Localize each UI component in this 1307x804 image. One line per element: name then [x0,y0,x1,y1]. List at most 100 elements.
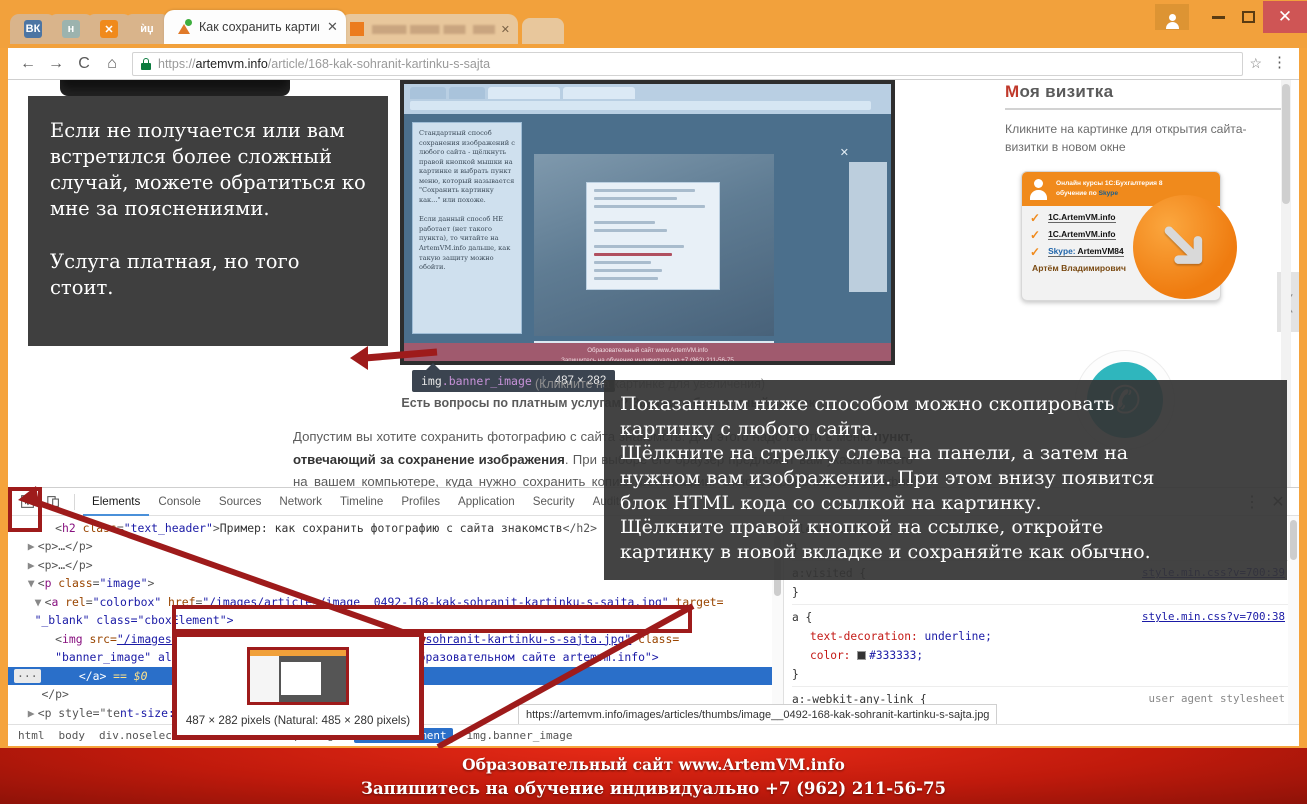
dom-line[interactable]: "_blank" class="cboxElement"> [14,611,783,629]
window-controls: ✕ [1155,0,1307,34]
instruction-overlay: Показанным ниже способом можно скопирова… [604,380,1287,580]
user-avatar-icon[interactable] [1155,4,1189,30]
forward-icon[interactable]: → [42,51,70,77]
dom-href-value: "/images/articles/image__0492-168-kak-so… [202,594,669,609]
styles-scrollbar[interactable] [1288,516,1299,724]
breadcrumb-img-banner[interactable]: img.banner_image [467,729,573,742]
tab-background[interactable]: ✕ [339,14,518,44]
url-input[interactable]: https://artemvm.info/article/168-kak-soh… [132,51,1244,76]
card-skype-value: ArtemVM84 [1077,246,1124,257]
banner-line-2: Запишитесь на обучение индивидуально +7 … [361,778,946,798]
bookmark-star-icon[interactable]: ☆ [1249,55,1262,72]
tab-elements[interactable]: Elements [83,488,149,516]
bottom-banner: Образовательный сайт www.ArtemVM.info За… [0,748,1307,804]
dom-val: "text_header" [123,521,213,535]
tab-close-button[interactable]: ✕ [327,19,338,35]
reload-icon[interactable]: C [70,51,98,77]
card-skype-label: Skype [1098,189,1118,197]
breadcrumb-html[interactable]: html [18,729,45,742]
card-link-2: 1C.ArtemVM.info [1048,229,1116,241]
card-link-1: 1C.ArtemVM.info [1048,212,1116,224]
tab-console[interactable]: Console [149,488,210,516]
quote-screenshot: Если не получается или вам встретился бо… [18,80,396,360]
tab-security[interactable]: Security [524,488,584,516]
sidebar-divider [1005,108,1283,110]
overlay-line-6: Щёлкните правой кнопкой на ссылке, откро… [620,516,1104,539]
minimize-button[interactable] [1203,2,1233,32]
arrow-glyph-icon: ➜ [1136,195,1234,293]
nested-sidebar [849,162,887,292]
tab-active-label: Как сохранить картинку [199,20,319,34]
quote-paragraph-2: Услуга платная, но того стоит. [50,249,300,299]
overlay-line-1: Показанным ниже способом можно скопирова… [620,393,1115,415]
style-declaration[interactable]: color: #333333; [792,646,1299,665]
tab-background-favicon-icon [349,22,364,36]
style-source-link[interactable]: style.min.css?v=700:38 [1142,608,1285,626]
nested-tab-active [563,87,635,99]
dom-collapsed-p: <p>…</p> [37,539,93,554]
image-hover-preview: 487 × 282 pixels (Natural: 485 × 280 pix… [172,632,424,740]
style-declaration[interactable]: text-decoration: underline; [792,627,1299,646]
overlay-line-4: нужном вам изображении. При этом внизу п… [620,467,1155,490]
tab-strip: ВК н ✕ ѝџ Как сохранить картинку ✕ [10,10,564,44]
dom-tag: p [44,576,52,591]
dom-text: Пример: как сохранить фотографию с сайта… [219,521,563,535]
devtools-tabs: Elements Console Sources Network Timelin… [83,488,634,516]
h-icon: н [62,20,80,38]
sidebar-title-initial: М [1005,82,1020,101]
home-icon[interactable]: ⌂ [98,51,126,77]
color-swatch[interactable] [857,651,867,661]
dom-line[interactable]: ▼ <a rel="colorbox" href="/images/article… [14,593,783,611]
card-link-2-prefix: 1C [1048,229,1059,240]
nested-address-bar [410,101,871,110]
business-card-wrapper[interactable]: Онлайн курсы 1С:Бухгалтерия 8 обучение п… [1021,170,1261,311]
tab-sources[interactable]: Sources [210,488,271,516]
tab-active[interactable]: Как сохранить картинку ✕ [164,10,346,44]
overlay-line-2: картинку с любого сайта. [620,417,879,440]
tab-network[interactable]: Network [270,488,331,516]
nested-left-text-2: Если данный способ НЕ работает (нет тако… [419,215,511,272]
breadcrumb-body[interactable]: body [59,729,86,742]
lock-icon [141,57,151,70]
tab-timeline[interactable]: Timeline [331,488,392,516]
style-rule-a[interactable]: a { style.min.css?v=700:38 text-decorati… [792,608,1299,688]
site-favicon-icon [176,19,192,35]
styles-scrollbar-thumb[interactable] [1290,520,1297,560]
card-link-2-rest: .ArtemVM.info [1058,229,1116,240]
back-icon[interactable]: ← [14,51,42,77]
quote-screenshot-cap [60,80,290,96]
sidebar-title: Моя визитка [1001,80,1287,106]
card-header-line-2: обучение по [1056,189,1099,197]
browser-titlebar: ВК н ✕ ѝџ Как сохранить картинку ✕ [0,0,1307,48]
nested-tab-active [488,87,560,99]
overlay-line-7: картинку в новой вкладке и сохраняйте ка… [620,541,1151,564]
business-card-header-text: Онлайн курсы 1С:Бухгалтерия 8 обучение п… [1056,179,1163,199]
app-root: ВК н ✕ ѝџ Как сохранить картинку ✕ [0,0,1307,804]
preview-dimensions: 487 × 282 pixels (Natural: 485 × 280 pix… [185,714,411,727]
toolbar-divider [74,493,75,510]
vk-icon: ВК [24,20,42,38]
chrome-menu-icon[interactable]: ⋮ [1266,56,1293,70]
new-tab-button[interactable] [521,18,564,44]
status-url-tooltip: https://artemvm.info/images/articles/thu… [518,704,998,724]
nested-browser-screenshot: Стандартный способ сохранения изображени… [400,80,895,365]
card-link-3: Skype: ArtemVM84 [1048,246,1124,258]
dom-attr: class [58,576,93,591]
breadcrumb-div-noselect[interactable]: div.noselect [99,729,178,742]
tab-background-close-button[interactable]: ✕ [501,23,510,36]
maximize-button[interactable] [1233,2,1263,32]
device-toolbar-icon[interactable] [40,491,66,513]
dom-collapsed-p: <p>…</p> [37,557,93,572]
inspect-element-icon[interactable] [14,491,40,513]
overlay-line-5: блок HTML кода со ссылкой на картинку. [620,491,1042,514]
tab-application[interactable]: Application [449,488,524,516]
scrollbar-thumb[interactable] [1282,84,1290,204]
style-source-label: user agent stylesheet [1148,692,1285,706]
tab-profiles[interactable]: Profiles [392,488,449,516]
badge-pointer-icon [426,363,440,370]
orange-arrow-badge-icon: ➜ [1133,194,1237,299]
nested-bottom-banner: Образовательный сайт www.ArtemVM.info За… [404,343,891,361]
scroll-up-icon[interactable]: ▲ [1283,80,1291,81]
card-skype-prefix: Skype: [1048,246,1076,257]
close-window-button[interactable]: ✕ [1263,1,1307,33]
